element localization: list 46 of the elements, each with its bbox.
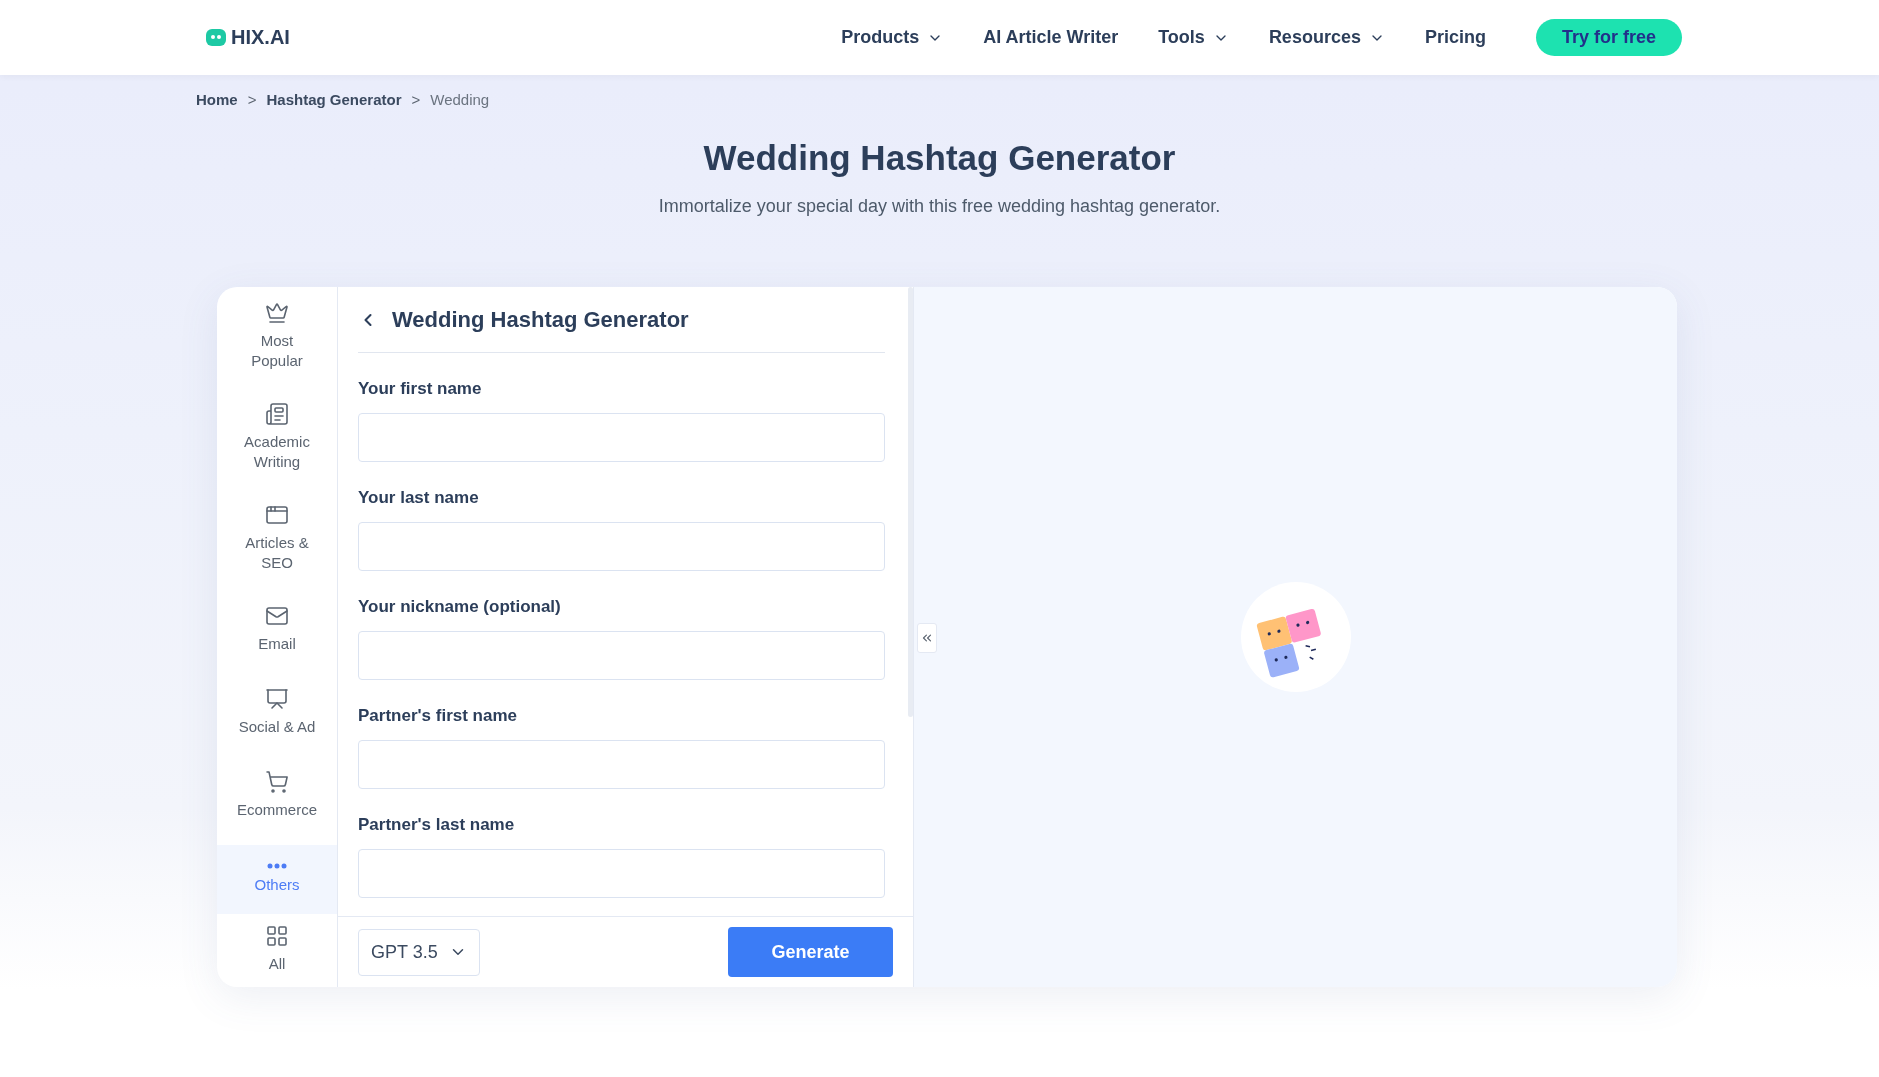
sidebar-item[interactable]: Articles & SEO: [217, 496, 337, 586]
sidebar-item[interactable]: All: [217, 917, 337, 987]
field-label: Your last name: [358, 488, 480, 508]
page-title: Wedding Hashtag Generator: [702, 138, 1177, 178]
sidebar-item[interactable]: Email: [217, 597, 337, 669]
breadcrumb-current-page: Wedding: [430, 91, 490, 108]
sidebar-item[interactable]: Academic Writing: [217, 395, 337, 485]
double-chevron-icon: [920, 631, 934, 645]
field-label: Partner's first name: [358, 706, 518, 726]
nav-link[interactable]: Products: [841, 27, 944, 48]
input-field[interactable]: [358, 631, 885, 680]
generate-button[interactable]: Generate: [728, 927, 893, 977]
nav-link[interactable]: Tools: [1158, 27, 1229, 48]
breadcrumb-separator: >: [247, 91, 257, 108]
nav-link[interactable]: Pricing: [1424, 27, 1486, 48]
form-title: Wedding Hashtag Generator: [392, 306, 689, 333]
sidebar-item[interactable]: Others: [217, 844, 337, 914]
sidebar-item[interactable]: Ecommerce: [217, 763, 337, 835]
input-field[interactable]: [358, 740, 885, 789]
field-label: Your nickname (optional): [358, 597, 562, 617]
logo-text: HIX.AI: [231, 26, 290, 49]
logo[interactable]: HIX.AI: [205, 26, 290, 49]
grid-icon: [265, 923, 289, 948]
breadcrumb-separator: >: [411, 91, 421, 108]
page-subtitle: Immortalize your special day with this free wedding hashtag generator.: [657, 196, 1222, 217]
breadcrumb-link[interactable]: Hashtag Generator: [266, 91, 402, 108]
nav-link[interactable]: Resources: [1268, 27, 1385, 48]
presentation-icon: [265, 686, 289, 711]
document-icon: [265, 401, 289, 426]
model-select[interactable]: GPT 3.5: [358, 928, 480, 976]
crown-icon: [265, 301, 289, 325]
logo-icon: [205, 26, 227, 49]
field-label: Partner's last name: [358, 815, 516, 835]
cart-icon: [265, 769, 289, 794]
collapse-button[interactable]: [917, 623, 937, 653]
input-field[interactable]: [358, 522, 885, 571]
sidebar-item[interactable]: Social & Ad: [217, 680, 337, 752]
more-icon: [267, 863, 287, 870]
try-for-free-button[interactable]: Try for free: [1535, 19, 1682, 56]
input-field[interactable]: [358, 413, 885, 462]
breadcrumb-link[interactable]: Home: [196, 91, 238, 108]
field-label: Your first name: [358, 379, 483, 399]
input-field[interactable]: [358, 849, 885, 898]
sidebar-item[interactable]: Most Popular: [217, 295, 337, 384]
nav-link[interactable]: AI Article Writer: [983, 27, 1119, 48]
scrollbar[interactable]: [908, 287, 913, 717]
